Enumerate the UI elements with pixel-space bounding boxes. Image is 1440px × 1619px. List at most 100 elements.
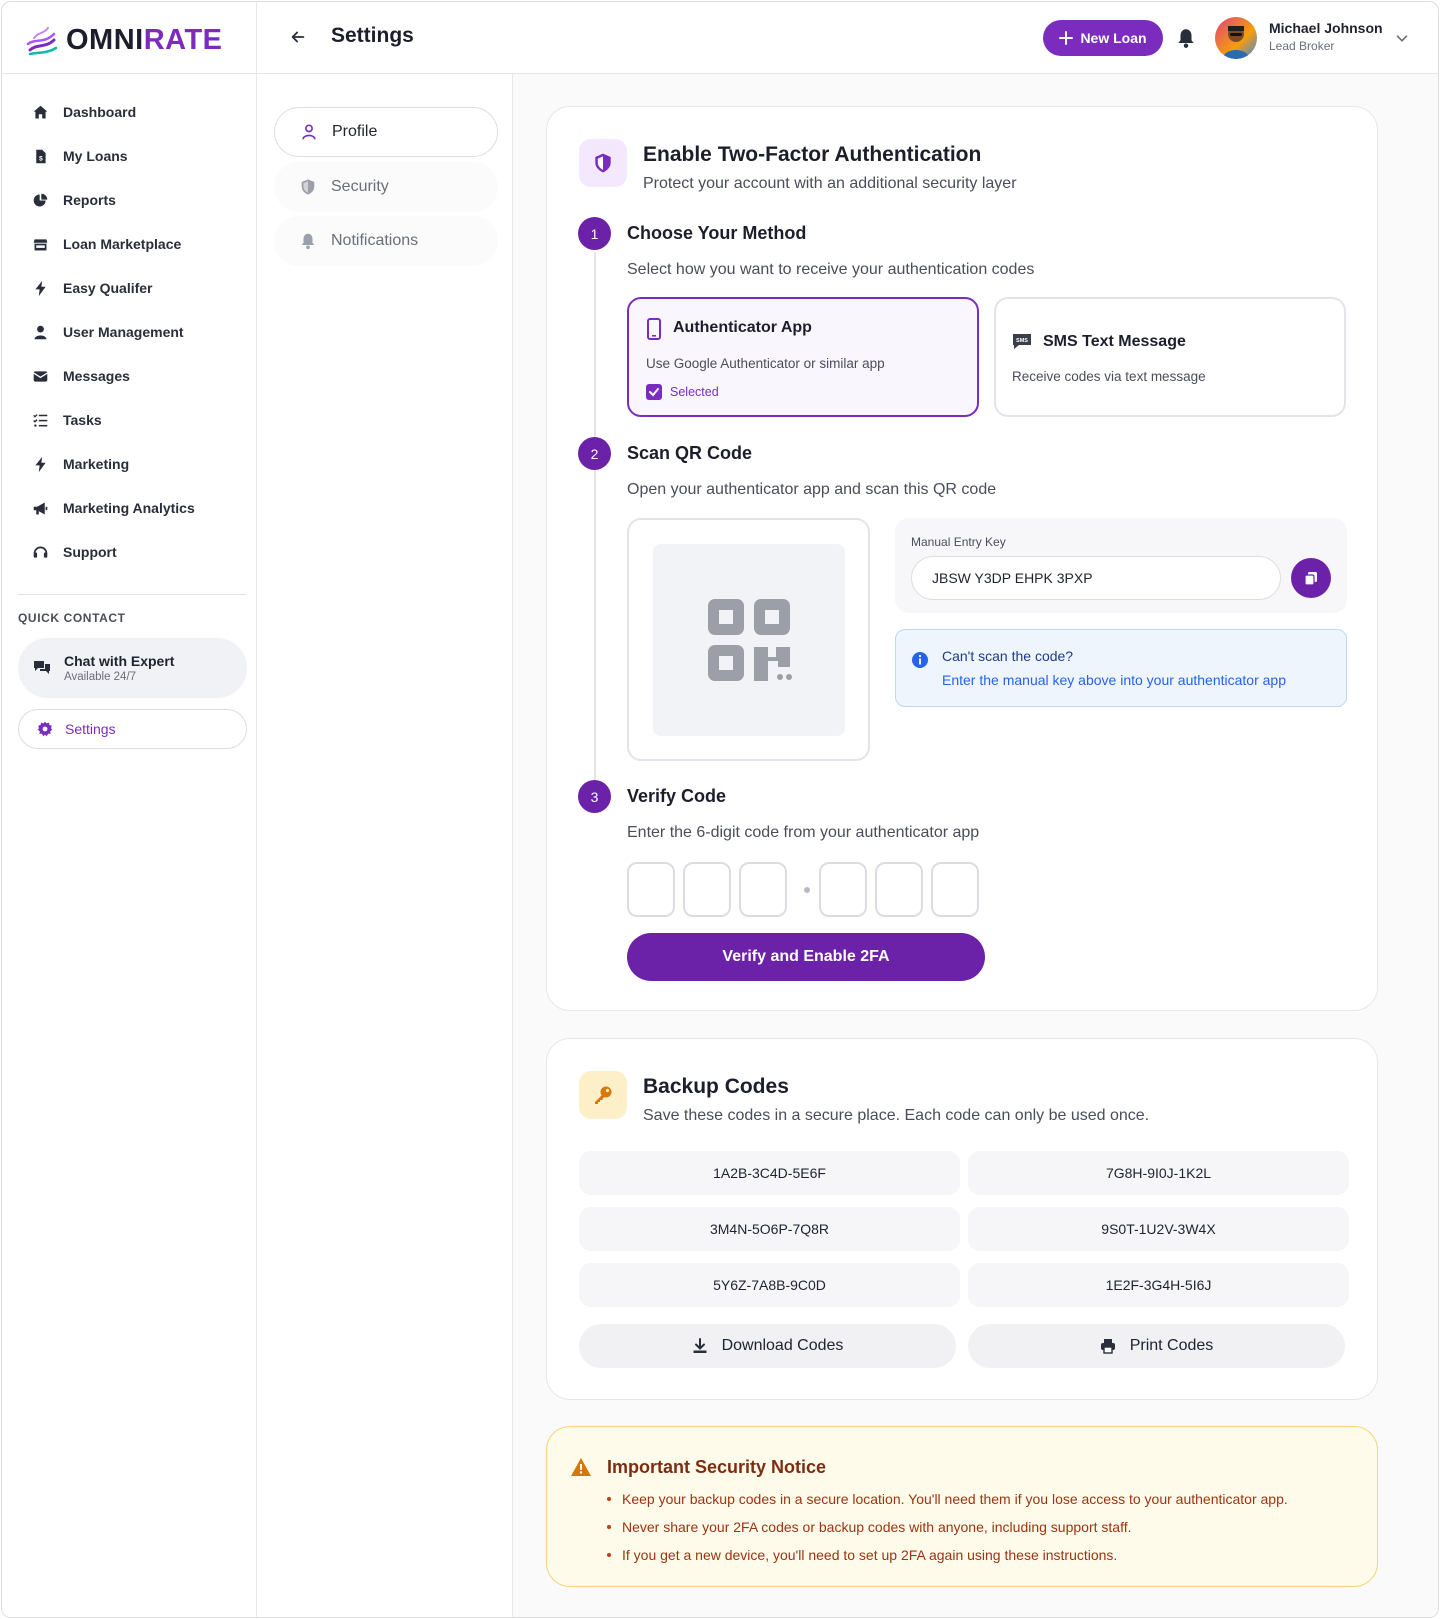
- document-dollar-icon: $: [36, 149, 46, 163]
- code-digit-6[interactable]: [931, 862, 979, 917]
- notice-item: Keep your backup codes in a secure locat…: [607, 1489, 1288, 1517]
- sidebar-item-dashboard[interactable]: Dashboard: [18, 90, 246, 134]
- tab-security[interactable]: Security: [274, 162, 498, 212]
- step-1-number: 1: [578, 217, 611, 250]
- sidebar-item-user-management[interactable]: User Management: [18, 310, 246, 354]
- sidebar-divider: [2, 73, 257, 74]
- user-outline-icon: [302, 124, 316, 140]
- download-icon: [693, 1338, 707, 1353]
- new-loan-button[interactable]: New Loan: [1043, 20, 1163, 56]
- copy-key-button[interactable]: [1291, 558, 1331, 598]
- page-title: Settings: [331, 24, 414, 47]
- authenticator-app-desc: Use Google Authenticator or similar app: [646, 356, 885, 371]
- sidebar-item-messages[interactable]: Messages: [18, 354, 246, 398]
- code-digit-1[interactable]: [627, 862, 675, 917]
- sidebar-item-my-loans[interactable]: $ My Loans: [18, 134, 246, 178]
- step-1-title: Choose Your Method: [627, 223, 807, 243]
- notice-list: Keep your backup codes in a secure locat…: [607, 1489, 1288, 1573]
- main-content: Enable Two-Factor Authentication Protect…: [513, 74, 1438, 1617]
- step-3-desc: Enter the 6-digit code from your authent…: [627, 824, 980, 841]
- chevron-down-icon[interactable]: [1393, 29, 1411, 47]
- sms-option[interactable]: SMS SMS Text Message Receive codes via t…: [994, 297, 1346, 417]
- back-button[interactable]: [287, 26, 309, 48]
- authenticator-app-title: Authenticator App: [673, 319, 812, 336]
- top-header: Settings New Loan Michael Johnson Lead B…: [257, 2, 1438, 74]
- print-codes-label: Print Codes: [1129, 1337, 1214, 1354]
- cant-scan-title: Can't scan the code?: [942, 648, 1074, 664]
- code-digit-5[interactable]: [875, 862, 923, 917]
- code-digit-3[interactable]: [739, 862, 787, 917]
- sidebar-item-marketing[interactable]: Marketing: [18, 442, 246, 486]
- bell-icon: [301, 233, 315, 250]
- manual-entry-key-field[interactable]: [911, 556, 1281, 600]
- plus-icon: [1059, 31, 1074, 45]
- sidebar-item-loan-marketplace[interactable]: Loan Marketplace: [18, 222, 246, 266]
- twofa-title: Enable Two-Factor Authentication: [643, 143, 982, 166]
- backup-subtitle: Save these codes in a secure place. Each…: [643, 1107, 1150, 1124]
- download-codes-label: Download Codes: [721, 1337, 844, 1354]
- step-2-desc: Open your authenticator app and scan thi…: [627, 481, 997, 498]
- bolt-icon: [35, 280, 46, 296]
- pie-chart-icon: [33, 193, 48, 206]
- sidebar-nav: Dashboard $ My Loans Reports Loan Market…: [18, 90, 246, 574]
- sms-title: SMS Text Message: [1043, 333, 1186, 350]
- tab-profile[interactable]: Profile: [274, 107, 498, 157]
- sidebar-separator: [18, 594, 246, 595]
- bell-icon[interactable]: [1175, 27, 1197, 49]
- backup-code: 1A2B-3C4D-5E6F: [579, 1151, 960, 1195]
- step-1-desc: Select how you want to receive your auth…: [627, 261, 1035, 278]
- logo[interactable]: OMNIRATE: [24, 20, 223, 60]
- steps-connector: [594, 252, 596, 782]
- cant-scan-info: Can't scan the code? Enter the manual ke…: [895, 629, 1347, 707]
- user-role: Lead Broker: [1269, 39, 1335, 53]
- download-codes-button[interactable]: Download Codes: [579, 1324, 956, 1368]
- sidebar-item-label: Support: [63, 544, 117, 560]
- chat-with-expert-button[interactable]: Chat with Expert Available 24/7: [18, 638, 247, 698]
- sidebar-item-label: User Management: [63, 324, 184, 340]
- tab-label: Security: [331, 178, 389, 195]
- avatar[interactable]: [1215, 17, 1257, 59]
- backup-code: 7G8H-9I0J-1K2L: [968, 1151, 1349, 1195]
- quick-contact-label: QUICK CONTACT: [18, 611, 126, 625]
- key-icon: [595, 1086, 612, 1104]
- code-digit-2[interactable]: [683, 862, 731, 917]
- code-digit-4[interactable]: [819, 862, 867, 917]
- headset-icon: [33, 546, 48, 558]
- sidebar-item-label: My Loans: [63, 148, 128, 164]
- selected-label: Selected: [670, 385, 719, 399]
- tab-label: Profile: [332, 123, 378, 140]
- qr-code-icon: [708, 599, 792, 681]
- sidebar-item-marketing-analytics[interactable]: Marketing Analytics: [18, 486, 246, 530]
- sidebar-item-tasks[interactable]: Tasks: [18, 398, 246, 442]
- envelope-icon: [33, 370, 48, 382]
- sidebar-item-support[interactable]: Support: [18, 530, 246, 574]
- sidebar-item-label: Marketing: [63, 456, 130, 472]
- backup-codes-card: Backup Codes Save these codes in a secur…: [546, 1038, 1378, 1400]
- sidebar-item-label: Messages: [63, 368, 130, 384]
- step-2-title: Scan QR Code: [627, 443, 753, 463]
- tab-notifications[interactable]: Notifications: [274, 216, 498, 266]
- app-window: OMNIRATE Dashboard $ My Loans Reports Lo…: [1, 1, 1439, 1618]
- user-avatar-icon: [1223, 26, 1249, 59]
- qr-code-frame: [627, 518, 870, 761]
- user-icon: [34, 325, 47, 339]
- shield-icon: [595, 153, 611, 173]
- logo-text: OMNIRATE: [66, 23, 223, 56]
- authenticator-app-option[interactable]: Authenticator App Use Google Authenticat…: [627, 297, 979, 417]
- twofa-subtitle: Protect your account with an additional …: [643, 175, 1017, 192]
- sidebar-settings-button[interactable]: Settings: [18, 709, 247, 749]
- step-3-number: 3: [578, 780, 611, 813]
- sidebar-item-label: Marketing Analytics: [63, 500, 195, 516]
- step-3-title: Verify Code: [627, 786, 727, 806]
- gear-icon: [37, 721, 53, 737]
- svg-text:SMS: SMS: [1016, 338, 1028, 344]
- backup-icon-box: [579, 1071, 627, 1119]
- sidebar-item-label: Easy Qualifer: [63, 280, 153, 296]
- print-codes-button[interactable]: Print Codes: [968, 1324, 1345, 1368]
- sidebar-item-reports[interactable]: Reports: [18, 178, 246, 222]
- chat-title: Chat with Expert: [64, 653, 175, 669]
- sidebar-item-easy-qualifer[interactable]: Easy Qualifer: [18, 266, 246, 310]
- backup-code: 5Y6Z-7A8B-9C0D: [579, 1263, 960, 1307]
- warning-triangle-icon: [571, 1458, 591, 1476]
- verify-enable-2fa-button[interactable]: Verify and Enable 2FA: [627, 933, 985, 981]
